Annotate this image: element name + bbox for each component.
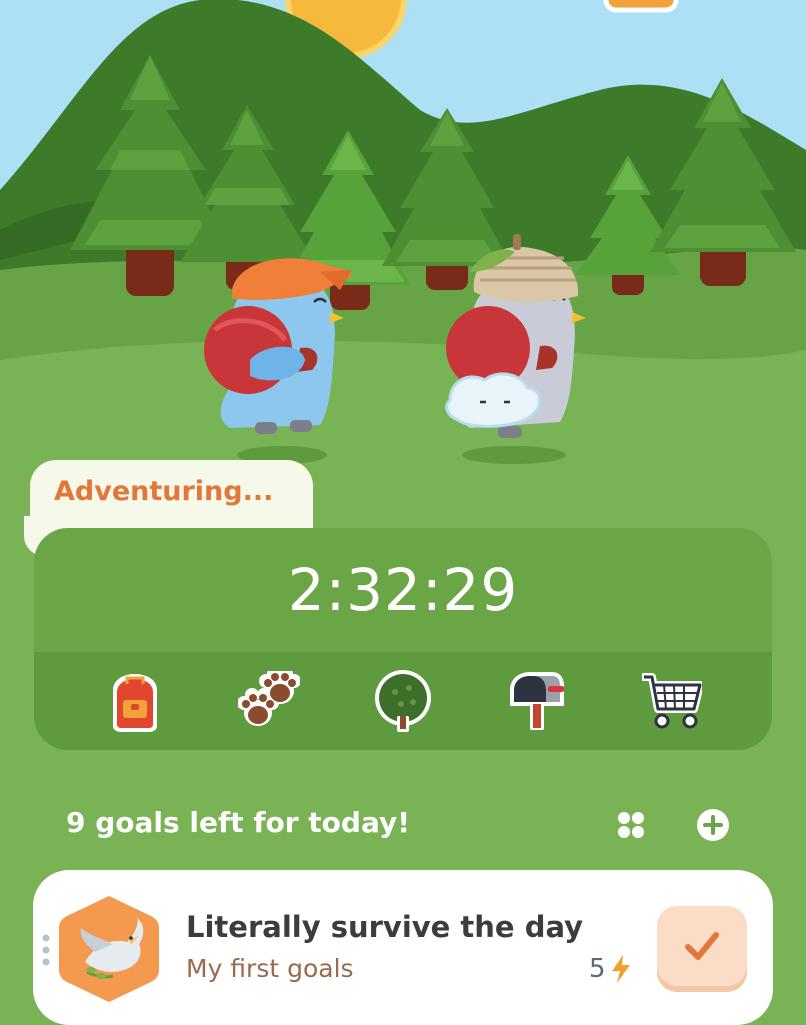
goals-left-label: 9 goals left for today! bbox=[66, 806, 411, 839]
backpack-icon bbox=[113, 674, 157, 732]
paw-prints-icon bbox=[238, 671, 300, 726]
complete-goal-button[interactable] bbox=[657, 906, 747, 986]
goal-card[interactable]: Literally survive the day My first goals… bbox=[33, 870, 773, 1025]
adventure-timer-card: 2:32:29 bbox=[34, 528, 772, 750]
plus-icon bbox=[697, 809, 729, 841]
mailbox-icon bbox=[510, 672, 564, 730]
goal-badge bbox=[55, 894, 163, 1004]
goal-energy: 5 bbox=[589, 954, 632, 984]
adventure-scene bbox=[0, 0, 806, 470]
forest-illustration bbox=[0, 0, 806, 470]
adventure-status-label: Adventuring... bbox=[54, 476, 274, 507]
dove-icon bbox=[59, 896, 159, 1002]
backpack-button[interactable] bbox=[102, 668, 168, 734]
checkmark-icon bbox=[685, 932, 719, 960]
pets-button[interactable] bbox=[236, 668, 302, 734]
drag-handle-icon[interactable] bbox=[41, 932, 51, 968]
goal-title: Literally survive the day bbox=[186, 910, 584, 944]
shop-button[interactable] bbox=[638, 668, 704, 734]
grid-dots-icon bbox=[618, 812, 644, 838]
layout-grid-button[interactable] bbox=[614, 808, 648, 842]
adventure-timer: 2:32:29 bbox=[287, 556, 519, 624]
tool-bar bbox=[34, 652, 772, 750]
shopping-cart-icon bbox=[642, 673, 702, 729]
energy-value: 5 bbox=[589, 954, 606, 984]
tree-icon bbox=[375, 670, 431, 732]
tree-button[interactable] bbox=[370, 668, 436, 734]
goals-header: 9 goals left for today! bbox=[66, 806, 746, 846]
goal-category: My first goals bbox=[186, 954, 354, 983]
mailbox-button[interactable] bbox=[504, 668, 570, 734]
add-goal-button[interactable] bbox=[696, 808, 730, 842]
lightning-icon bbox=[611, 955, 630, 983]
